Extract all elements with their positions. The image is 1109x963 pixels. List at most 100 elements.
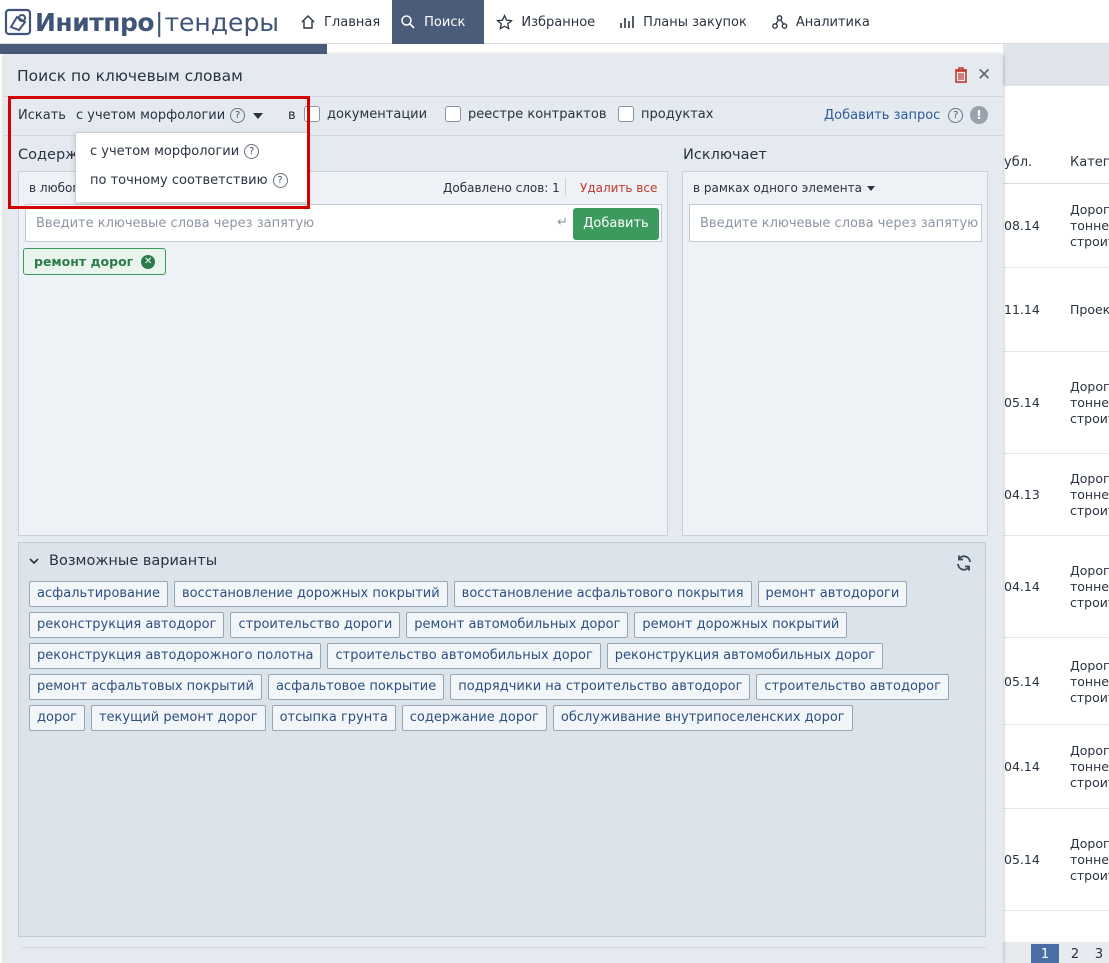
close-icon[interactable]: ✕ bbox=[977, 65, 991, 85]
nav-item-favorites[interactable]: Избранное bbox=[484, 0, 607, 44]
row-category-line: тонне bbox=[1070, 759, 1109, 774]
suggestion-chip[interactable]: подрядчики на строительство автодорог bbox=[450, 674, 751, 700]
row-category: Дорогтоннестроит bbox=[1070, 658, 1109, 706]
suggestions-header[interactable]: Возможные варианты bbox=[29, 553, 217, 569]
table-row[interactable]: 05.14 Дорогтоннестроит bbox=[1003, 638, 1109, 725]
background-accent-strip bbox=[0, 44, 327, 54]
nav-item-search[interactable]: Поиск bbox=[392, 0, 485, 44]
suggestion-row: асфальтирование восстановление дорожных п… bbox=[29, 581, 979, 607]
row-category-line: Дорог bbox=[1070, 563, 1109, 578]
chevron-down-icon bbox=[29, 558, 39, 565]
row-category-line: тонне bbox=[1070, 579, 1109, 594]
delete-all-link[interactable]: Удалить все bbox=[580, 181, 657, 195]
table-row[interactable]: 05.14 Дорогтоннестроит bbox=[1003, 809, 1109, 911]
suggestion-chip[interactable]: отсыпка грунта bbox=[271, 705, 396, 731]
table-row[interactable]: 05.14 Дорогтоннестроит bbox=[1003, 352, 1109, 454]
page-1-button[interactable]: 1 bbox=[1031, 944, 1059, 963]
brand-separator: | bbox=[155, 7, 164, 37]
refresh-icon[interactable] bbox=[955, 554, 973, 572]
background-toolbar-band bbox=[1003, 44, 1109, 86]
suggestion-chip[interactable]: содержание дорог bbox=[401, 705, 547, 731]
checkbox-box[interactable] bbox=[445, 106, 461, 122]
row-category-line: Дорог bbox=[1070, 471, 1109, 486]
row-category-line: строит bbox=[1070, 411, 1109, 426]
input-placeholder: Введите ключевые слова через запятую bbox=[36, 216, 315, 231]
row-category: Дорогтоннестроит bbox=[1070, 836, 1109, 884]
contains-keyword-input[interactable]: Введите ключевые слова через запятую ↵ Д… bbox=[25, 204, 662, 242]
warning-icon[interactable]: ! bbox=[970, 106, 988, 124]
nav-item-analytics[interactable]: Аналитика bbox=[759, 0, 882, 44]
checkbox-documentation[interactable]: документации bbox=[304, 106, 427, 122]
row-category: Дорогтоннестроит bbox=[1070, 379, 1109, 427]
table-row[interactable]: 08.14 Дорогтоннестроит bbox=[1003, 184, 1109, 268]
suggestion-row: реконструкция автодорог строительство дор… bbox=[29, 612, 979, 638]
keyword-tag: ремонт дорог ✕ bbox=[23, 248, 167, 275]
nav-item-procurement-plans[interactable]: Планы закупок bbox=[607, 0, 759, 44]
background-table-header: убл. Катег bbox=[1003, 138, 1109, 184]
suggestion-chip[interactable]: строительство дороги bbox=[230, 612, 401, 638]
highlight-annotation-box bbox=[8, 96, 310, 209]
excludes-keyword-input[interactable]: Введите ключевые слова через запятую bbox=[689, 204, 982, 242]
nav-label: Избранное bbox=[521, 14, 596, 30]
suggestion-chips: асфальтирование восстановление дорожных п… bbox=[29, 581, 979, 736]
trash-icon[interactable] bbox=[952, 66, 970, 84]
brand-name: Инитпро bbox=[35, 7, 155, 37]
keyword-tag-label: ремонт дорог bbox=[34, 254, 134, 269]
suggestions-panel: Возможные варианты асфальтирование восста… bbox=[18, 542, 986, 937]
network-icon bbox=[772, 15, 788, 29]
excludes-panel-header: в рамках одного элемента bbox=[683, 172, 987, 203]
add-keyword-button[interactable]: Добавить bbox=[573, 208, 659, 240]
suggestion-chip[interactable]: асфальтирование bbox=[29, 581, 168, 607]
suggestion-chip[interactable]: ремонт автодороги bbox=[757, 581, 908, 607]
suggestion-chip[interactable]: реконструкция автодорожного полотна bbox=[29, 643, 322, 669]
row-category: Дорогтоннестроит bbox=[1070, 202, 1109, 250]
suggestion-chip[interactable]: восстановление дорожных покрытий bbox=[173, 581, 448, 607]
modal-title: Поиск по ключевым словам bbox=[17, 67, 243, 85]
help-icon[interactable]: ? bbox=[948, 108, 964, 123]
checkbox-products[interactable]: продуктах bbox=[618, 106, 713, 122]
excludes-scope-select[interactable]: в рамках одного элемента bbox=[693, 181, 875, 195]
suggestion-chip[interactable]: строительство автомобильных дорог bbox=[327, 643, 601, 669]
page-3-button[interactable]: 3 bbox=[1085, 944, 1109, 963]
top-navigation-bar: Инитпро | тендеры Главная Поиск Избранно… bbox=[0, 0, 1109, 44]
table-row[interactable]: 11.14 Проек bbox=[1003, 268, 1109, 352]
suggestion-chip[interactable]: асфальтовое покрытие bbox=[267, 674, 445, 700]
suggestion-chip[interactable]: ремонт автомобильных дорог bbox=[406, 612, 629, 638]
checkbox-contracts-registry[interactable]: реестре контрактов bbox=[445, 106, 607, 122]
suggestion-chip[interactable]: обслуживание внутрипоселенских дорог bbox=[552, 705, 853, 731]
checkbox-box[interactable] bbox=[618, 106, 634, 122]
row-category: Дорогтоннестроит bbox=[1070, 743, 1109, 791]
table-row[interactable]: 04.14 Дорогтоннестроит bbox=[1003, 725, 1109, 809]
row-category: Дорогтоннестроит bbox=[1070, 471, 1109, 519]
row-category-line: Дорог bbox=[1070, 836, 1109, 851]
suggestion-chip[interactable]: ремонт дорожных покрытий bbox=[634, 612, 848, 638]
nav-label: Аналитика bbox=[795, 14, 870, 30]
suggestion-chip[interactable]: строительство автодорог bbox=[756, 674, 949, 700]
modal-footer-divider bbox=[22, 947, 986, 948]
remove-tag-icon[interactable]: ✕ bbox=[141, 254, 156, 269]
row-category-line: Дорог bbox=[1070, 379, 1109, 394]
nav-item-home[interactable]: Главная bbox=[288, 0, 392, 44]
row-category-line: тонне bbox=[1070, 218, 1109, 233]
column-header-category: Катег bbox=[1070, 155, 1109, 170]
suggestion-chip[interactable]: текущий ремонт дорог bbox=[90, 705, 266, 731]
row-date: 05.14 bbox=[1004, 852, 1040, 867]
row-category-line: строит bbox=[1070, 234, 1109, 249]
add-query-link[interactable]: Добавить запрос ? bbox=[824, 108, 964, 123]
contains-panel: в любом Добавлено слов: 1 Удалить все Вв… bbox=[18, 171, 668, 536]
table-row[interactable]: 04.14 Дорогтоннестроит bbox=[1003, 536, 1109, 638]
brand-product: тендеры bbox=[164, 7, 280, 37]
bar-chart-icon bbox=[620, 16, 634, 28]
table-row[interactable]: 04.13 Дорогтоннестроит bbox=[1003, 454, 1109, 536]
row-category-line: Дорог bbox=[1070, 657, 1109, 673]
suggestion-chip[interactable]: восстановление асфальтового покрытия bbox=[453, 581, 752, 607]
star-icon bbox=[496, 13, 514, 30]
search-icon bbox=[401, 15, 415, 29]
brand-logo[interactable]: Инитпро | тендеры bbox=[4, 6, 279, 38]
suggestion-chip[interactable]: реконструкция автодорог bbox=[29, 612, 225, 638]
caret-down-icon bbox=[866, 185, 875, 191]
nav-label: Поиск bbox=[424, 14, 466, 30]
suggestion-chip[interactable]: ремонт асфальтовых покрытий bbox=[29, 674, 262, 700]
suggestion-chip[interactable]: дорог bbox=[29, 705, 85, 731]
suggestion-chip[interactable]: реконструкция автомобильных дорог bbox=[606, 643, 884, 669]
